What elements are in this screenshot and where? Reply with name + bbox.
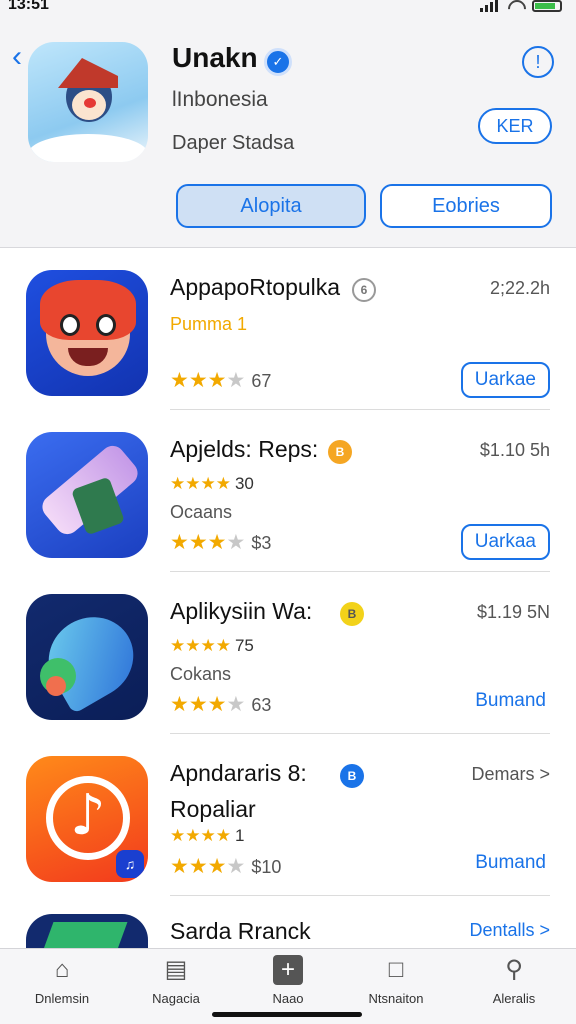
app-price: $1.19 5N [476,602,550,622]
rating-count: 63 [251,695,272,715]
star-rating: ★★★★ 67 [170,369,272,392]
app-action-button[interactable]: Uarkaa [460,524,550,560]
wifi-icon [506,0,524,12]
tab-home[interactable]: ⌂ Dnlemsin [12,955,112,1006]
app-price: 2;22.2h [489,278,550,298]
segment-alopita[interactable]: Alopita [176,184,366,228]
badge-icon: B [340,602,364,626]
small-star-rating: ★★★★ 75 [170,636,254,655]
app-icon [26,432,148,558]
tab-news[interactable]: ▤ Nagacia [126,955,226,1006]
get-button[interactable]: KER [478,108,552,144]
app-title: Sarda Rranck [170,918,311,944]
verified-badge-icon: ✓ [264,48,292,76]
small-star-rating: ★★★★ 1 [170,826,245,845]
tab-search[interactable]: ⚲ Aleralis [464,955,564,1006]
app-details-link[interactable]: Demars > [471,764,550,785]
list-item[interactable]: Aplikysiin Wa: B $1.19 5N ★★★★ 75 Cokans … [0,572,576,734]
calendar-icon: □ [388,956,404,983]
app-title: Aplikysiin Wa: [170,598,313,624]
list-item[interactable]: Apjelds: Reps: B $1.10 5h ★★★★ 30 Ocaans … [0,410,576,572]
app-icon: ♪ ♫ [26,756,148,882]
app-icon [26,914,148,948]
app-header: ‹ Unakn ✓ lInbonesia Daper Stadsa ! KER … [0,20,576,248]
tab-label: Naao [272,991,304,1006]
app-icon [26,594,148,720]
small-star-rating: ★★★★ 30 [170,474,254,493]
battery-icon [532,0,562,12]
star-rating: ★★★★ 63 [170,693,272,716]
app-category: Ocaans [170,502,233,522]
segment-eobries[interactable]: Eobries [380,184,552,228]
app-title: Apjelds: Reps: [170,436,319,462]
status-icons [480,0,562,12]
signal-icon [480,0,498,12]
list-item[interactable]: Sarda Rranck Dentalls > [0,896,576,948]
app-category: Cokans [170,664,232,684]
app-subtitle: Pumma 1 [170,314,248,334]
app-details-link[interactable]: Dentalls > [469,920,550,941]
star-rating: ★★★★ $10 [170,855,282,878]
rating-count: $3 [251,533,272,553]
tab-calendar[interactable]: □ Ntsnaiton [346,955,446,1006]
rating-count: 67 [251,371,272,391]
search-icon: ⚲ [505,956,523,983]
tab-label: Nagacia [152,991,200,1006]
status-time: 13:51 [8,0,49,13]
app-developer: Daper Stadsa [172,132,295,154]
home-indicator[interactable] [212,1012,362,1017]
tab-add[interactable]: + Naao [238,955,338,1006]
news-icon: ▤ [164,956,188,983]
app-action-button[interactable]: Uarkae [460,362,550,398]
tab-label: Ntsnaiton [368,991,424,1006]
app-subtitle: Ropaliar [170,796,256,822]
add-icon: + [273,955,303,985]
star-rating: ★★★★ $3 [170,531,272,554]
tab-label: Aleralis [492,991,536,1006]
app-price: $1.10 5h [479,440,550,460]
list-item[interactable]: AppapoRtopulka 6 2;22.2h Pumma 1 ★★★★ 67 … [0,248,576,410]
app-hero-icon [28,42,148,162]
app-title: AppapoRtopulka [170,274,341,300]
info-icon[interactable]: ! [522,46,554,78]
badge-icon: B [340,764,364,788]
home-icon: ⌂ [54,956,70,983]
app-title: Apndararis 8: [170,760,307,786]
badge-icon: 6 [352,278,376,302]
tab-label: Dnlemsin [34,991,90,1006]
music-badge-icon: ♫ [116,850,144,878]
app-region: lInbonesia [172,88,268,111]
app-action-link[interactable]: Bumand [475,690,546,712]
badge-icon: B [328,440,352,464]
list-item[interactable]: ♪ ♫ Apndararis 8: B Demars > Ropaliar ★★… [0,734,576,896]
app-icon [26,270,148,396]
app-title: Unakn [172,42,258,73]
rating-count: $10 [251,857,282,877]
app-action-link[interactable]: Bumand [475,852,546,874]
status-bar: 13:51 [0,0,576,20]
